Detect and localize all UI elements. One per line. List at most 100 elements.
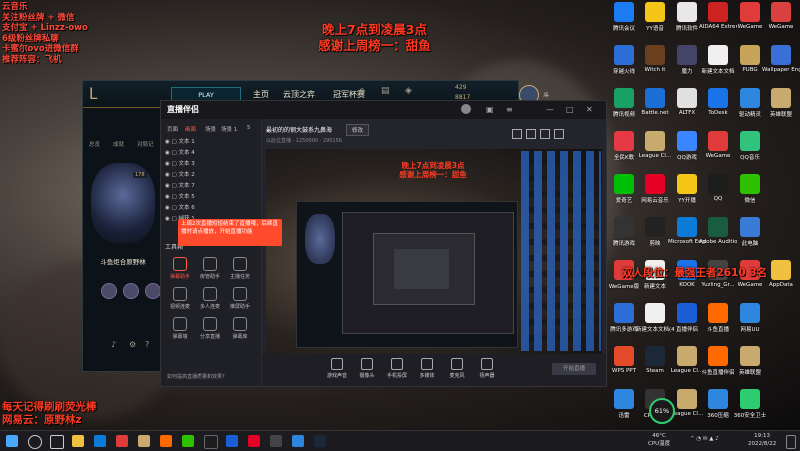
tool-danmu-wall[interactable]: 弹幕墙 bbox=[165, 317, 195, 340]
start-icon[interactable] bbox=[6, 435, 18, 447]
app-icon[interactable] bbox=[292, 435, 304, 447]
douyu-icon[interactable] bbox=[160, 435, 172, 447]
tool-danmu-lib[interactable]: 弹幕库 bbox=[225, 317, 255, 340]
control-label: 摄像头 bbox=[359, 373, 375, 379]
lock-icon[interactable] bbox=[526, 129, 536, 139]
overlay-line: 感谢上周榜一：甜鱼 bbox=[318, 38, 431, 53]
settings-icon[interactable]: ⚙ bbox=[129, 340, 136, 349]
minimize-icon[interactable]: — bbox=[546, 106, 554, 114]
cpu-gauge: 61% bbox=[649, 398, 675, 424]
scene-item[interactable]: ◉ ▢ 文本 4 bbox=[165, 148, 255, 158]
qq-icon[interactable] bbox=[204, 435, 218, 449]
speaker-button[interactable]: 扬声器 bbox=[472, 358, 502, 379]
app-icon bbox=[677, 303, 697, 323]
wall-icon bbox=[173, 317, 187, 331]
scene-item[interactable]: ◉ ▢ 文本 5 bbox=[165, 192, 255, 202]
task-icon bbox=[233, 257, 247, 271]
phone-cast-button[interactable]: 手机投屏 bbox=[382, 358, 412, 379]
league-icon[interactable] bbox=[138, 435, 150, 447]
preview-desktop-icons bbox=[521, 151, 601, 351]
room-meta: 以此位直播 · 1250000 · 290156 bbox=[266, 138, 342, 144]
microphone-button[interactable]: 麦克风 bbox=[442, 358, 472, 379]
maximize-icon[interactable]: □ bbox=[566, 106, 574, 114]
close-icon[interactable]: ✕ bbox=[586, 106, 594, 114]
scene-item[interactable]: ◉ ▢ 文本 7 bbox=[165, 181, 255, 191]
mute-icon[interactable]: ♪ bbox=[111, 340, 116, 349]
grid-icon[interactable] bbox=[512, 129, 522, 139]
tool-room-admin[interactable]: 房管助手 bbox=[195, 257, 225, 280]
wegame-icon[interactable] bbox=[116, 435, 128, 447]
media-button[interactable]: 多媒体 bbox=[412, 358, 442, 379]
tab-page[interactable]: 页面 bbox=[167, 125, 178, 133]
media-icon bbox=[421, 358, 433, 370]
preview-nested-inner bbox=[373, 233, 475, 305]
help-icon[interactable]: ? bbox=[145, 340, 149, 349]
tool-danmu-helper[interactable]: 弹幕助手 bbox=[165, 257, 195, 280]
notice-popup[interactable]: 上周2次直播短短结束了直播哦，后续直播时请点播放，开始直播功能 bbox=[178, 219, 282, 246]
nav-home[interactable]: 主页 bbox=[253, 89, 269, 100]
notification-icon[interactable] bbox=[786, 435, 796, 449]
app-icon bbox=[740, 88, 760, 108]
control-label: 麦克风 bbox=[449, 373, 465, 379]
edge-icon[interactable] bbox=[94, 435, 106, 447]
desktop-icon[interactable]: Wallpaper Engine bbox=[762, 45, 800, 85]
app-icon[interactable] bbox=[270, 435, 282, 447]
overlay-line: 每天记得刷刷荧光棒 bbox=[2, 401, 97, 413]
collection-icon[interactable]: ▤ bbox=[381, 86, 390, 96]
search-icon[interactable] bbox=[28, 435, 42, 449]
desktop-icon[interactable]: 英雄联盟 bbox=[731, 346, 769, 386]
steam-icon[interactable] bbox=[314, 435, 326, 447]
file-explorer-icon[interactable] bbox=[72, 435, 84, 447]
desktop-icon[interactable]: 英雄联盟 bbox=[762, 88, 800, 128]
settings-icon[interactable] bbox=[540, 129, 550, 139]
desktop-icon[interactable]: WeGame bbox=[762, 2, 800, 42]
desktop-icon[interactable]: 此电脑 bbox=[731, 217, 769, 257]
tray-icons[interactable]: ⌃ ◔ ✉ ▲ ♪ bbox=[690, 436, 719, 444]
game-audio-button[interactable]: 游戏声音 bbox=[322, 358, 352, 379]
camera-button[interactable]: 摄像头 bbox=[352, 358, 382, 379]
avatar[interactable] bbox=[461, 104, 471, 114]
tab-overview[interactable]: 总览 bbox=[89, 140, 100, 148]
netease-music-icon[interactable] bbox=[248, 435, 260, 447]
shop-icon[interactable]: ⌂ bbox=[359, 86, 365, 96]
tool-multi-link[interactable]: 多人连麦 bbox=[195, 287, 225, 310]
tool-video-link[interactable]: 视频连麦 bbox=[165, 287, 195, 310]
fullscreen-icon[interactable] bbox=[554, 129, 564, 139]
tab-scene[interactable]: 场景 bbox=[205, 125, 216, 133]
desktop-icon[interactable]: AppData bbox=[762, 260, 800, 300]
tool-label: 主播任务 bbox=[229, 274, 250, 280]
desktop-icon[interactable]: QQ音乐 bbox=[731, 131, 769, 171]
start-live-button[interactable]: 开始直播 bbox=[552, 363, 596, 375]
clock[interactable]: 19:13 2022/8/22 bbox=[748, 433, 776, 448]
tab-achievements[interactable]: 成就 bbox=[113, 140, 124, 148]
task-view-icon[interactable] bbox=[50, 435, 64, 449]
desktop-icon[interactable]: 360安全卫士 bbox=[731, 389, 769, 429]
desktop-icon[interactable]: 网易UU bbox=[731, 303, 769, 343]
scene-item[interactable]: ◉ ▢ 文本 2 bbox=[165, 170, 255, 180]
mastery-emblem bbox=[101, 283, 117, 299]
overlay-line: 关注粉丝牌 + 微信 bbox=[2, 12, 75, 23]
loot-icon[interactable]: ◈ bbox=[405, 86, 412, 96]
scene-item[interactable]: ◉ ▢ 文本 3 bbox=[165, 159, 255, 169]
status-hint[interactable]: 如何提高直播质量和效果？ bbox=[167, 373, 267, 380]
skin-icon[interactable]: ▣ bbox=[486, 106, 494, 114]
scene-item[interactable]: ◉ ▢ 文本 1 bbox=[165, 137, 255, 147]
tab-match-history[interactable]: 对局记 bbox=[137, 140, 154, 148]
app-icon bbox=[740, 174, 760, 194]
tool-label: 多人连麦 bbox=[199, 304, 220, 310]
edit-title-button[interactable]: 修改 bbox=[346, 124, 370, 136]
stream-app-icon[interactable] bbox=[226, 435, 238, 447]
menu-icon[interactable]: ≡ bbox=[506, 106, 514, 114]
nav-tft[interactable]: 云顶之弈 bbox=[283, 89, 315, 100]
tool-tasks[interactable]: 主播任务 bbox=[225, 257, 255, 280]
tool-share[interactable]: 分享直播 bbox=[195, 317, 225, 340]
desktop-icon[interactable]: 微信 bbox=[731, 174, 769, 214]
scene-selector[interactable]: 场景 1 bbox=[221, 125, 237, 133]
tab-view[interactable]: 画面 bbox=[185, 125, 196, 133]
app-icon bbox=[740, 45, 760, 65]
tool-push[interactable]: 推屏助手 bbox=[225, 287, 255, 310]
wechat-icon[interactable] bbox=[182, 435, 194, 447]
scene-item[interactable]: ◉ ▢ 文本 6 bbox=[165, 203, 255, 213]
preview-nested-capture bbox=[296, 201, 518, 348]
stream-preview[interactable]: 晚上7点到凌晨3点 感谢上周榜一：甜鱼 bbox=[266, 149, 602, 354]
